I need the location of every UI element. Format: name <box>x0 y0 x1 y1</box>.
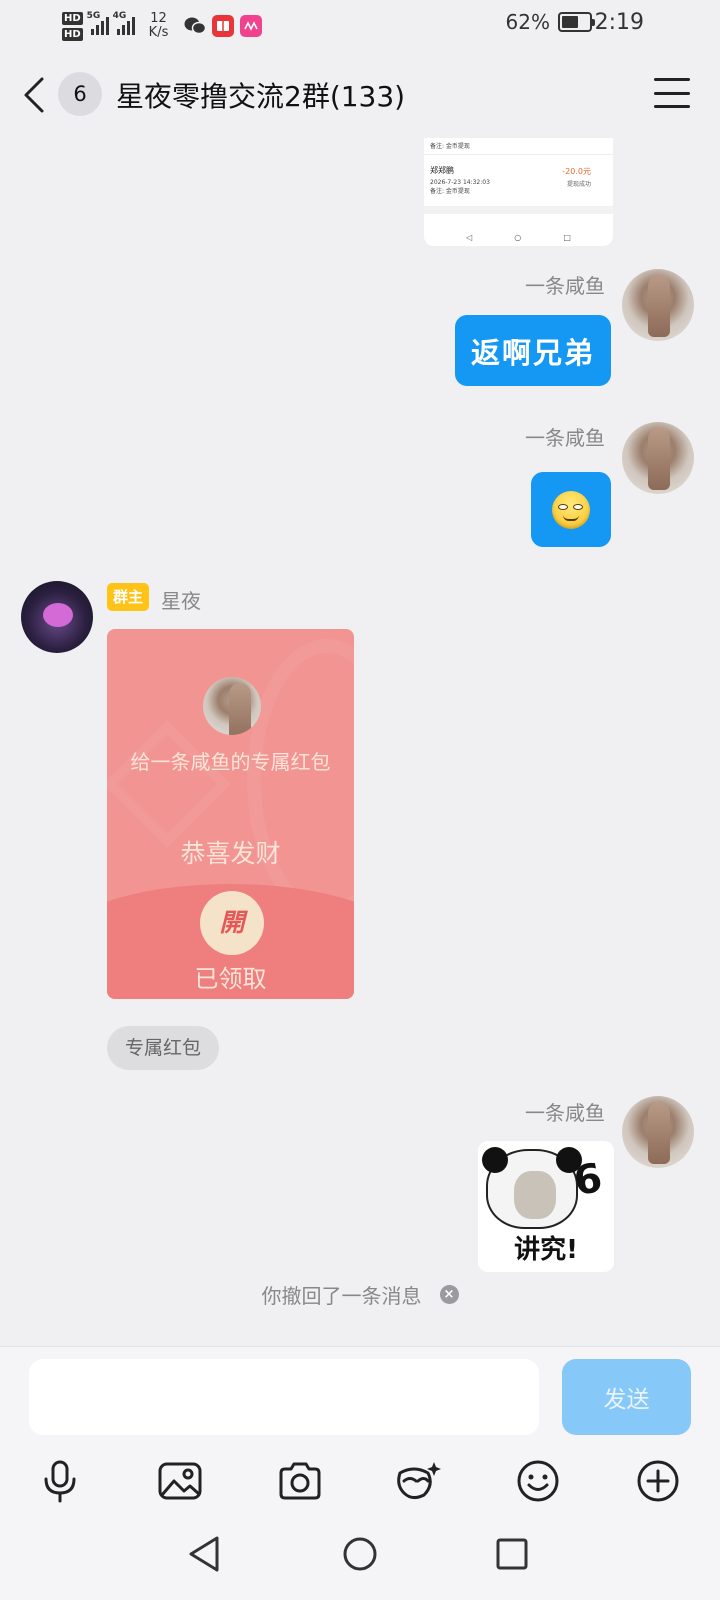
screenshot-row-note: 备注: 金币提现 <box>430 143 470 150</box>
menu-icon-line <box>654 91 690 95</box>
chevron-left-icon <box>24 77 44 113</box>
sparkle-face-icon <box>397 1462 441 1500</box>
open-red-packet-button[interactable]: 開 <box>200 891 264 955</box>
hd-indicator-1: HD <box>62 11 83 25</box>
chat-header: 6 星夜零撸交流2群(133) <box>0 60 720 130</box>
recall-notice: 你撤回了一条消息 × <box>0 1280 720 1309</box>
system-recents-button[interactable] <box>488 1530 536 1578</box>
signal-icon-5g: 5G <box>87 11 109 35</box>
home-circle-icon <box>343 1537 377 1571</box>
image-message[interactable]: 备注: 金币提现 郑郑鹏 -20.0元 2026-7-23 14:32:03 提… <box>424 138 613 246</box>
avatar[interactable] <box>622 269 694 341</box>
avatar[interactable] <box>622 1096 694 1168</box>
sender-name: 一条咸鱼 <box>525 426 605 450</box>
home-circle-icon: ○ <box>514 233 522 242</box>
emoji-button[interactable] <box>510 1453 566 1509</box>
more-button[interactable] <box>630 1453 686 1509</box>
signal-4g-label: 4G <box>112 11 127 21</box>
text-message-bubble[interactable]: 返啊兄弟 <box>455 315 611 386</box>
image-icon <box>158 1462 202 1500</box>
book-icon <box>212 15 235 37</box>
chat-title: 星夜零撸交流2群(133) <box>116 80 406 113</box>
app-icon <box>240 15 263 37</box>
microphone-icon <box>44 1460 76 1503</box>
sticker-caption: 讲究! <box>514 1235 578 1265</box>
signal-icon-4g: 4G <box>113 11 135 35</box>
send-button[interactable]: 发送 <box>562 1359 691 1435</box>
recipient-avatar <box>203 677 261 735</box>
voice-button[interactable] <box>32 1453 88 1509</box>
magic-emoji-button[interactable] <box>390 1453 446 1509</box>
red-packet-type-tag: 专属红包 <box>107 1026 220 1070</box>
battery-percent: 62% <box>505 10 550 34</box>
plus-circle-icon <box>637 1460 679 1502</box>
chat-message-list[interactable]: 备注: 金币提现 郑郑鹏 -20.0元 2026-7-23 14:32:03 提… <box>0 132 720 1346</box>
input-toolbar <box>0 1453 720 1513</box>
back-triangle-icon <box>189 1536 219 1572</box>
camera-button[interactable] <box>272 1453 328 1509</box>
message-text: 返啊兄弟 <box>470 335 595 370</box>
hd-indicator-2: HD <box>62 27 83 41</box>
network-speed-value: 12 <box>150 11 167 26</box>
recall-text: 你撤回了一条消息 <box>261 1284 422 1308</box>
close-icon[interactable]: × <box>439 1285 459 1304</box>
group-owner-badge: 群主 <box>107 583 150 611</box>
back-button[interactable] <box>22 70 54 120</box>
network-speed: 12 K/s <box>149 12 169 40</box>
sender-name: 星夜 <box>161 589 201 613</box>
signal-5g-label: 5G <box>86 11 101 21</box>
network-speed-unit: K/s <box>148 25 169 40</box>
screenshot-nav-bar: ◁ ○ □ <box>424 233 613 242</box>
unread-count-badge[interactable]: 6 <box>58 72 102 116</box>
red-packet-message: 给一条咸鱼的专属红包 <box>130 750 331 774</box>
emoji-message-bubble[interactable] <box>531 472 611 547</box>
panda-meme-icon <box>482 1147 582 1229</box>
message-input[interactable] <box>29 1359 539 1435</box>
recents-square-icon: □ <box>563 233 571 242</box>
menu-button[interactable] <box>654 78 690 108</box>
menu-icon-line <box>654 78 690 81</box>
camera-icon <box>279 1462 321 1500</box>
smiley-icon <box>517 1460 559 1502</box>
system-navigation-bar <box>0 1516 720 1600</box>
wechat-icon <box>184 15 207 37</box>
recents-square-icon <box>496 1538 528 1570</box>
red-packet-wish: 恭喜发财 <box>180 839 281 868</box>
clock: 2:19 <box>594 10 644 35</box>
avatar[interactable] <box>21 581 93 653</box>
system-back-button[interactable] <box>180 1530 228 1578</box>
menu-icon-line <box>654 105 690 108</box>
status-bar: HD HD 5G 4G 12 K/s 62% 2:19 <box>0 0 720 48</box>
battery-fill <box>562 16 579 28</box>
smirk-emoji-icon <box>552 490 590 529</box>
screenshot-row-amount: -20.0元 <box>562 167 591 176</box>
sender-name: 一条咸鱼 <box>525 1101 605 1125</box>
screenshot-row-note-2: 备注: 金币提现 <box>430 188 470 195</box>
sender-name: 一条咸鱼 <box>525 274 605 298</box>
red-packet-status: 已领取 <box>194 965 267 993</box>
sticker-message[interactable]: 6 讲究! <box>478 1141 614 1272</box>
system-home-button[interactable] <box>336 1530 384 1578</box>
battery-icon <box>558 12 595 32</box>
avatar[interactable] <box>622 422 694 494</box>
gallery-button[interactable] <box>152 1453 208 1509</box>
red-packet-card[interactable]: 给一条咸鱼的专属红包 恭喜发财 開 已领取 <box>107 629 354 999</box>
back-triangle-icon: ◁ <box>466 233 473 242</box>
